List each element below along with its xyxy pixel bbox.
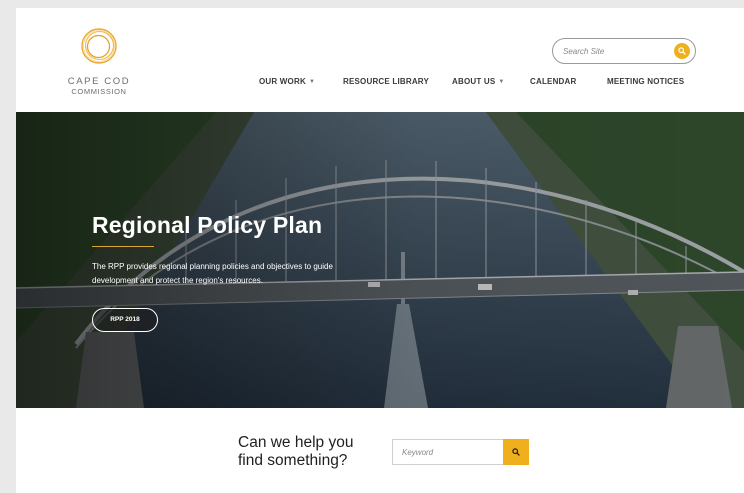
help-heading-line2: find something? (238, 452, 348, 469)
hero-banner: Regional Policy Plan The RPP provides re… (16, 112, 744, 408)
hero-description: The RPP provides regional planning polic… (92, 262, 333, 285)
nav-item-our-work[interactable]: OUR WORK ▼ (259, 77, 315, 86)
nav-item-about-us[interactable]: ABOUT US ▼ (452, 77, 505, 86)
site-search-input[interactable] (563, 44, 663, 58)
nav-item-meeting-notices[interactable]: MEETING NOTICES (607, 77, 684, 86)
nav-item-resource-library[interactable]: RESOURCE LIBRARY (343, 77, 429, 86)
keyword-field (392, 439, 504, 465)
help-heading-line1: Can we help you (238, 434, 354, 451)
nav-item-calendar[interactable]: CALENDAR (530, 77, 577, 86)
brand-name-line2: COMMISSION (71, 87, 127, 96)
hero-title-underline (92, 246, 154, 247)
keyword-search-button[interactable] (503, 439, 529, 465)
caret-down-icon: ▼ (498, 79, 505, 85)
hero-title: Regional Policy Plan (92, 212, 323, 238)
site-search (552, 38, 696, 64)
keyword-input[interactable] (402, 446, 492, 459)
nav-item-label: ABOUT US (452, 77, 496, 86)
rpp-2018-button[interactable]: RPP 2018 (92, 308, 158, 332)
search-icon (512, 448, 520, 456)
site-search-button[interactable] (674, 43, 690, 59)
nav-item-label: CALENDAR (530, 77, 577, 86)
page: CAPE COD COMMISSION OUR WORK▼ RESOURCE L… (16, 8, 744, 493)
caret-down-icon: ▼ (308, 79, 316, 85)
search-icon (678, 47, 686, 55)
nav-item-label: MEETING NOTICES (607, 77, 685, 86)
help-search-heading: Can we help you find something? (238, 434, 378, 470)
logo[interactable]: CAPE COD COMMISSION (58, 26, 140, 96)
nav-item-label: RESOURCE LIBRARY (343, 77, 430, 86)
nav-item-label: OUR WORK (259, 77, 306, 86)
brand-name-line1: CAPE COD (67, 76, 131, 87)
logo-mark-icon (81, 28, 117, 64)
